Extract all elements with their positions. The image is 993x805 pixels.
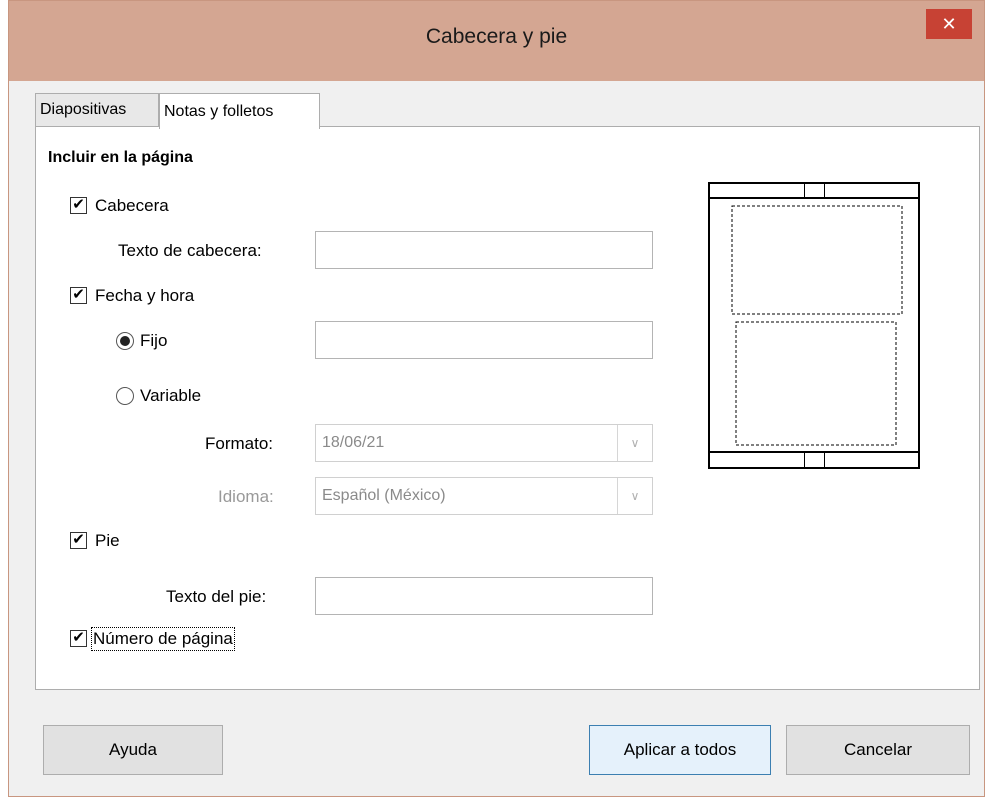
tab-notas-y-folletos[interactable]: Notas y folletos: [159, 93, 320, 129]
fixed-date-input[interactable]: [315, 321, 653, 359]
header-checkbox[interactable]: ✔: [70, 197, 87, 214]
language-dropdown[interactable]: Español (México) ∨: [315, 477, 653, 515]
close-button[interactable]: ✕: [926, 9, 972, 39]
footer-checkbox[interactable]: ✔: [70, 532, 87, 549]
close-icon: ✕: [941, 13, 957, 34]
tab-label: Diapositivas: [40, 101, 127, 118]
check-icon: ✔: [72, 629, 85, 646]
dialog-window: Cabecera y pie ✕ Diapositivas Notas y fo…: [8, 0, 985, 797]
header-text-input[interactable]: [315, 231, 653, 269]
page-layout-preview: [708, 182, 920, 469]
fixed-radio[interactable]: [116, 332, 134, 350]
tab-label: Notas y folletos: [164, 102, 274, 120]
check-icon: ✔: [72, 196, 85, 213]
check-icon: ✔: [72, 286, 85, 303]
apply-to-all-button[interactable]: Aplicar a todos: [589, 725, 771, 775]
dialog-title: Cabecera y pie: [425, 25, 568, 48]
title-bar[interactable]: Cabecera y pie ✕: [9, 1, 984, 81]
tab-panel: Incluir en la página ✔ Cabecera Texto de…: [35, 126, 980, 690]
format-dropdown[interactable]: 18/06/21 ∨: [315, 424, 653, 462]
variable-radio[interactable]: [116, 387, 134, 405]
footer-text-label: Texto del pie:: [166, 587, 267, 606]
footer-checkbox-label: Pie: [95, 531, 120, 550]
datetime-checkbox-label: Fecha y hora: [95, 286, 195, 305]
variable-radio-label: Variable: [140, 386, 202, 405]
header-text-label: Texto de cabecera:: [118, 241, 262, 260]
header-checkbox-label: Cabecera: [95, 196, 169, 215]
tab-diapositivas[interactable]: Diapositivas: [35, 93, 159, 127]
page-number-checkbox-label: Número de página: [91, 627, 235, 651]
page-number-checkbox[interactable]: ✔: [70, 630, 87, 647]
help-button[interactable]: Ayuda: [43, 725, 223, 775]
chevron-down-icon: ∨: [617, 478, 652, 514]
chevron-down-icon: ∨: [617, 425, 652, 461]
format-label: Formato:: [205, 434, 274, 453]
section-title: Incluir en la página: [48, 149, 193, 166]
language-label: Idioma:: [218, 487, 274, 506]
datetime-checkbox[interactable]: ✔: [70, 287, 87, 304]
footer-text-input[interactable]: [315, 577, 653, 615]
check-icon: ✔: [72, 531, 85, 548]
cancel-button[interactable]: Cancelar: [786, 725, 970, 775]
fixed-radio-label: Fijo: [140, 331, 168, 350]
